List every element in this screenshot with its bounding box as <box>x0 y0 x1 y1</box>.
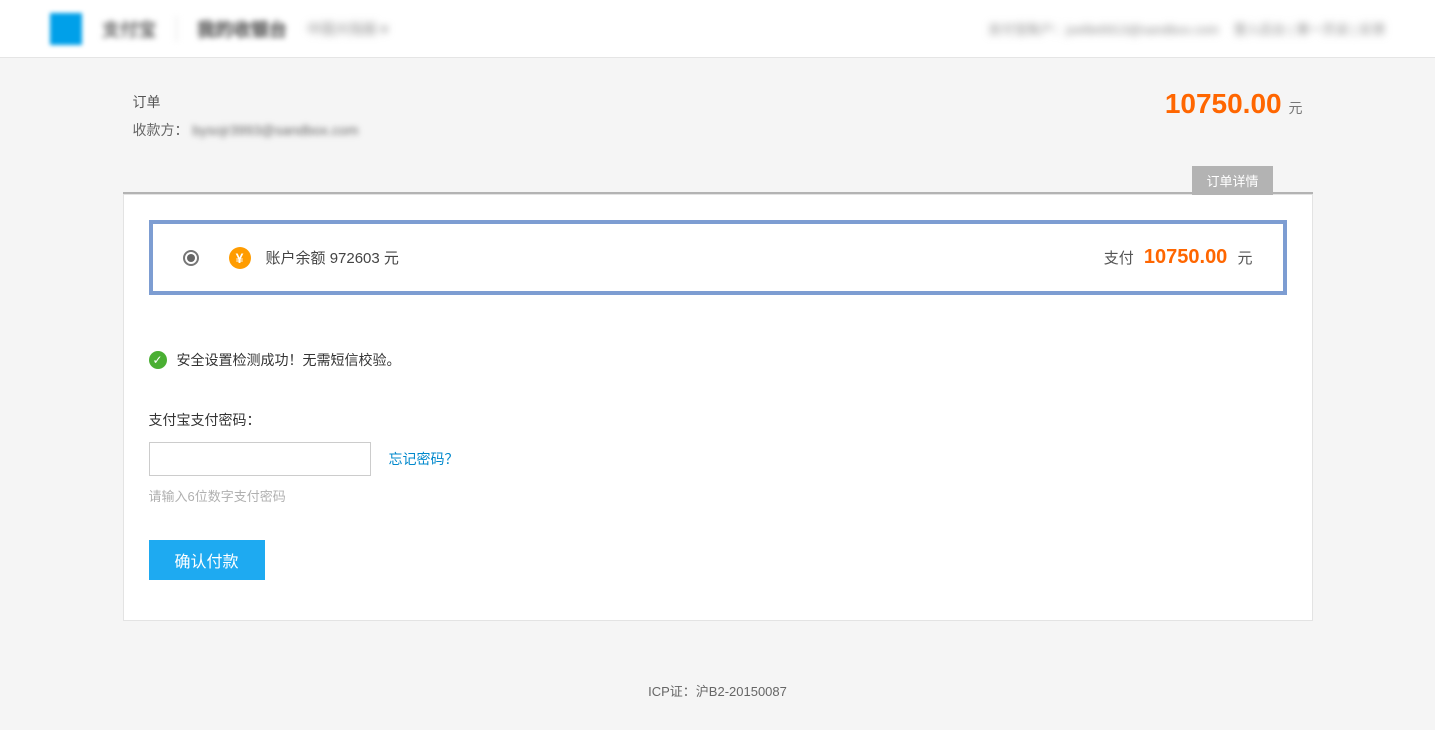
security-text: 安全设置检测成功！无需短信校验。 <box>177 350 401 370</box>
footer-icp: ICP证：沪B2-20150087 <box>0 651 1435 730</box>
balance-payment-option[interactable]: ¥ 账户余额 972603 元 支付 10750.00 元 <box>149 220 1287 295</box>
site-title: 我的收银台 <box>176 16 287 42</box>
pay-amount: 10750.00 <box>1144 246 1227 268</box>
radio-selected-icon[interactable] <box>183 250 199 266</box>
account-label: 支付宝账户：joellie6913@sandbox.com <box>988 19 1219 38</box>
payment-card: ¥ 账户余额 972603 元 支付 10750.00 元 ✓ 安全设置检测成功… <box>123 194 1313 621</box>
security-status: ✓ 安全设置检测成功！无需短信校验。 <box>149 350 1287 370</box>
forgot-password-link[interactable]: 忘记密码？ <box>389 449 459 469</box>
pay-unit: 元 <box>1237 250 1252 267</box>
balance-unit: 元 <box>384 250 399 267</box>
payee-email: bysojr3993@sandbox.com <box>192 122 358 138</box>
confirm-payment-button[interactable]: 确认付款 <box>149 540 265 580</box>
pay-label: 支付 <box>1104 250 1134 267</box>
order-summary: 订单 收款方： bysojr3993@sandbox.com 10750.00 … <box>123 58 1313 164</box>
alipay-logo-icon <box>50 13 82 45</box>
check-circle-icon: ✓ <box>149 351 167 369</box>
yuan-currency-icon: ¥ <box>229 247 251 269</box>
payee-label: 收款方： <box>133 122 189 138</box>
order-detail-tab[interactable]: 订单详情 <box>1192 166 1272 195</box>
region-dropdown[interactable]: 中国大陆版 ▾ <box>307 19 388 39</box>
password-label: 支付宝支付密码： <box>149 410 1287 430</box>
top-header: 支付宝 我的收银台 中国大陆版 ▾ 支付宝账户：joellie6913@sand… <box>0 0 1435 58</box>
total-currency-unit: 元 <box>1289 100 1303 116</box>
total-amount: 10750.00 <box>1165 88 1282 119</box>
order-title: 订单 <box>133 88 359 116</box>
logo-text: 支付宝 <box>102 16 156 42</box>
payment-password-input[interactable] <box>149 442 371 476</box>
balance-amount: 972603 <box>330 250 380 267</box>
balance-label: 账户余额 <box>266 250 326 267</box>
header-nav-links[interactable]: 登入后台 | 第一页谈 | 反馈 <box>1234 19 1385 38</box>
password-hint: 请输入6位数字支付密码 <box>149 486 1287 505</box>
